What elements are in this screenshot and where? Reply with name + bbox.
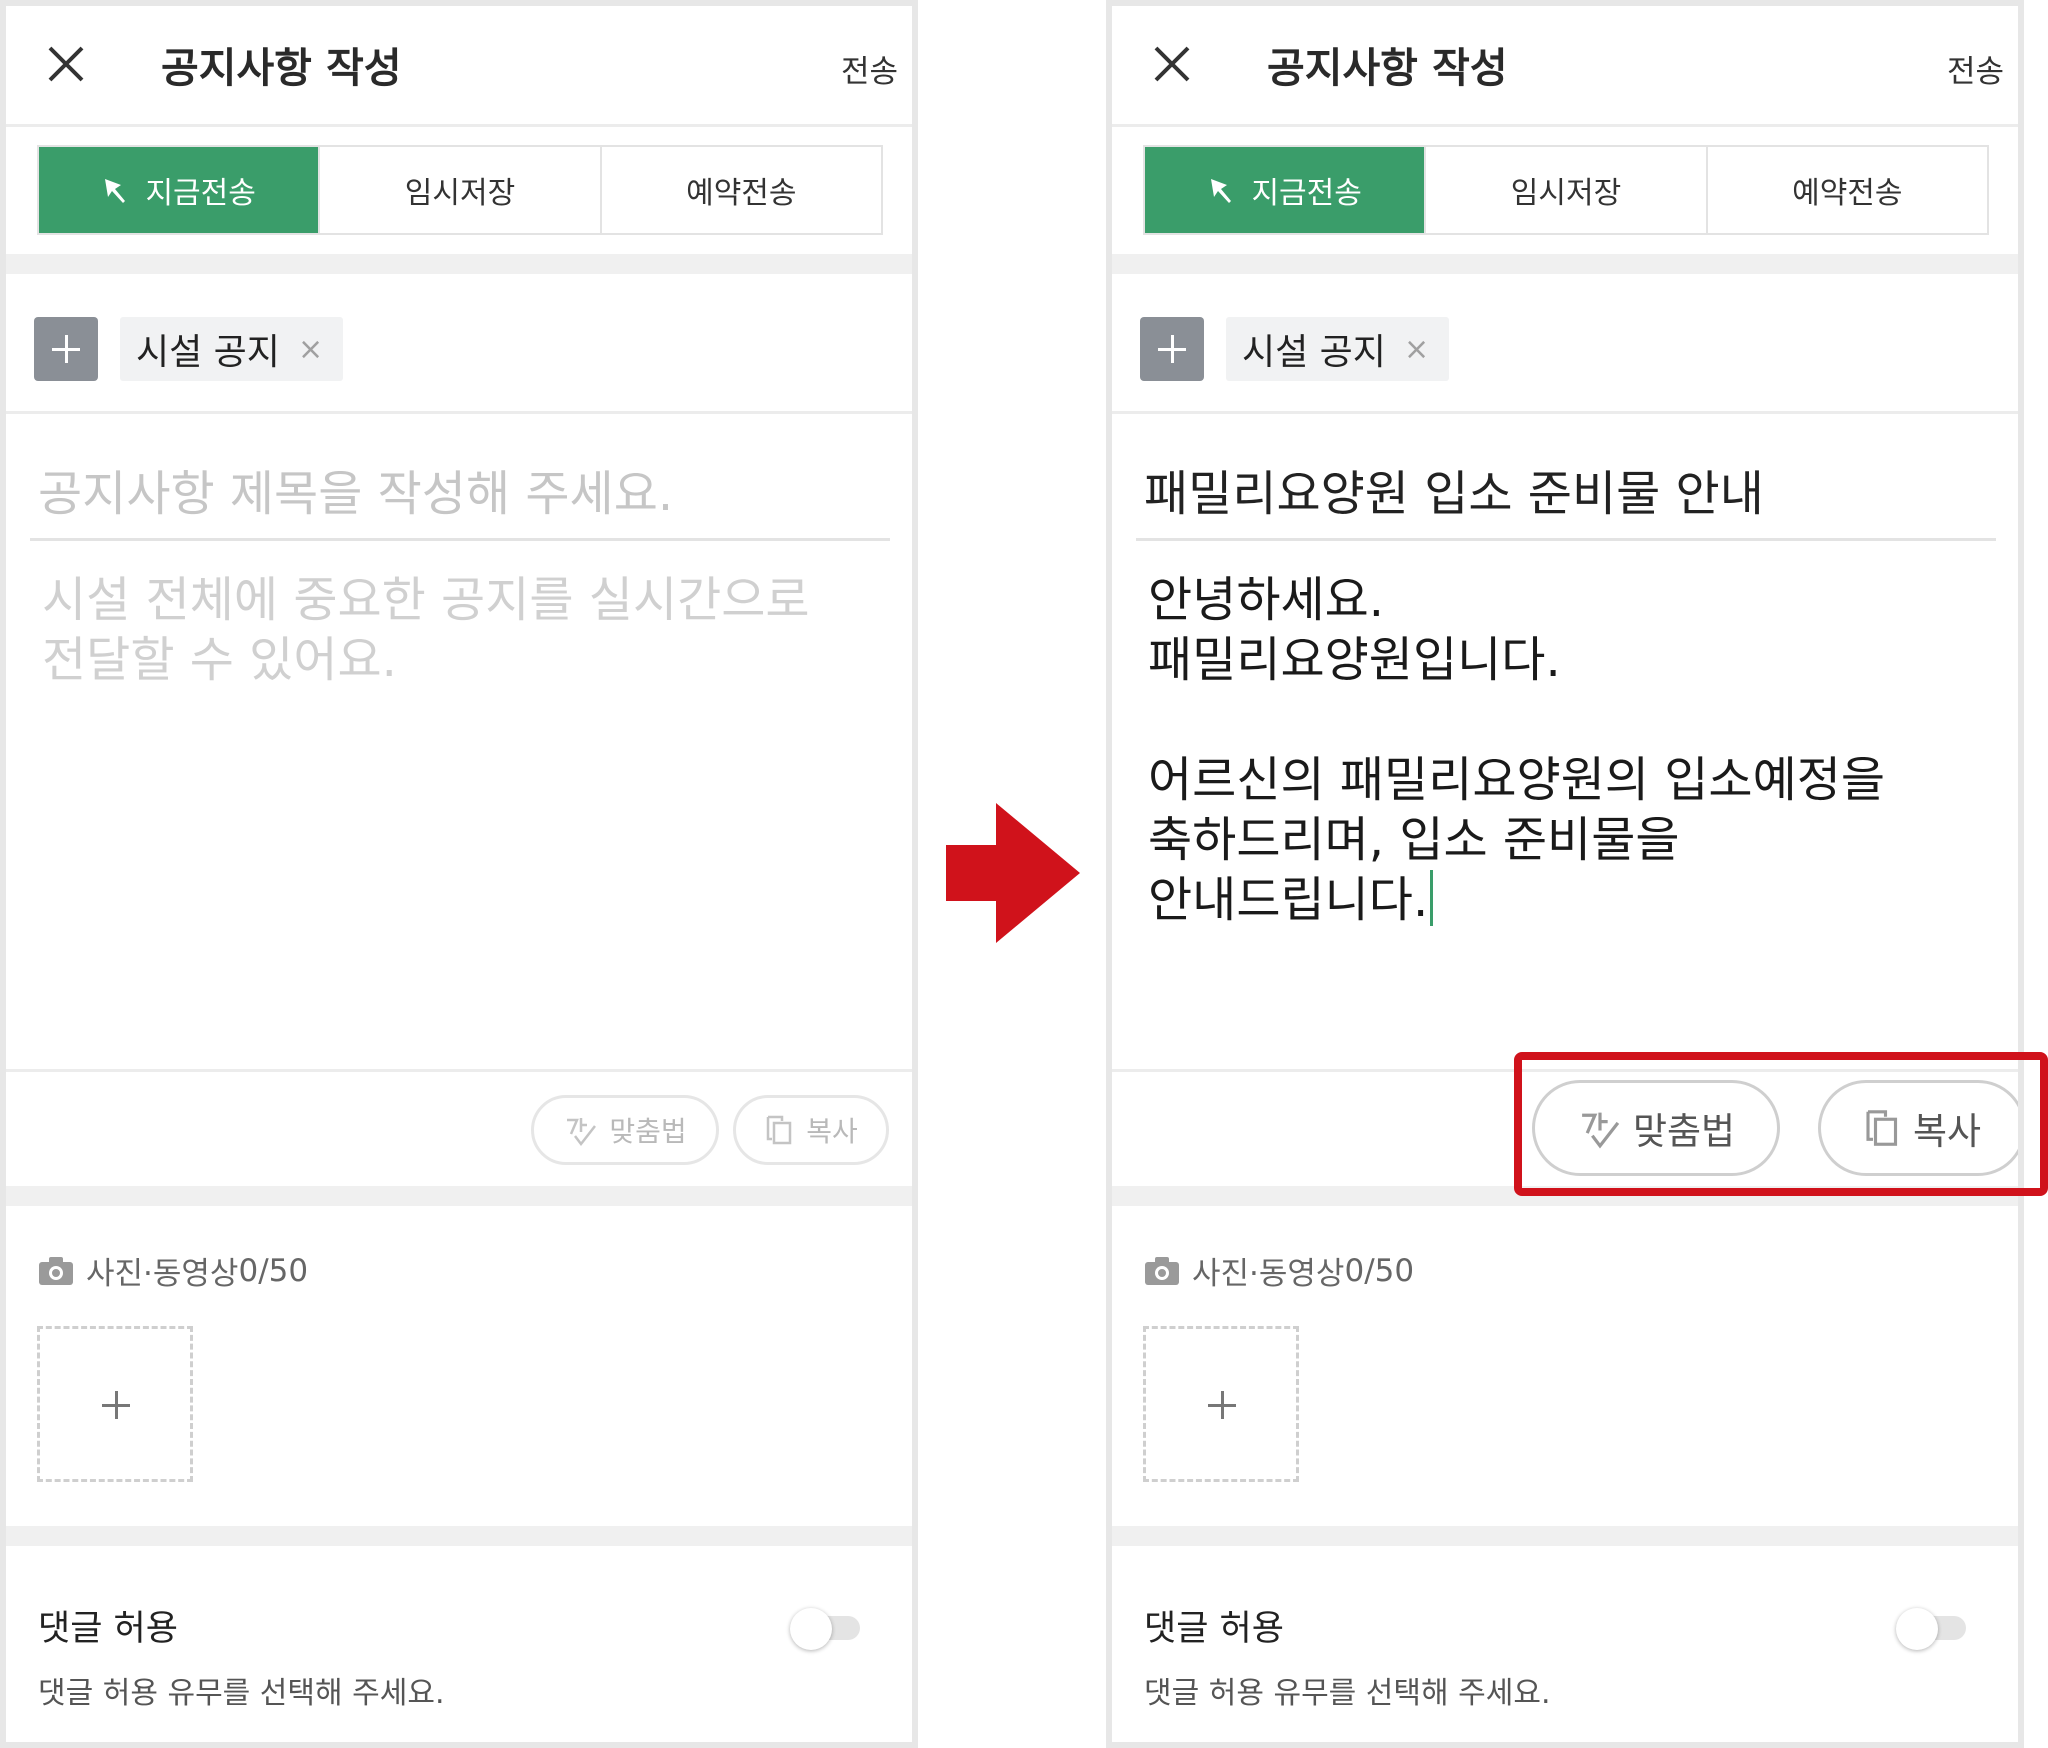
tools-highlight-box [1514, 1052, 2048, 1196]
add-media-button[interactable] [1143, 1326, 1299, 1482]
copy-button[interactable]: 복사 [733, 1095, 889, 1165]
page-title: 공지사항 작성 [161, 44, 402, 92]
save-draft-tab[interactable]: 임시저장 [318, 147, 599, 233]
body-textarea[interactable]: 시설 전체에 중요한 공지를 실시간으로 전달할 수 있어요. [42, 570, 810, 690]
divider [6, 411, 912, 414]
header: 공지사항 작성 전송 [6, 6, 912, 127]
tag-label: 시설 공지 [1242, 332, 1386, 373]
camera-icon [1145, 1256, 1179, 1285]
media-section-label: 사진·동영상 0/50 [1144, 1248, 1414, 1293]
category-tag: 시설 공지 × [120, 317, 344, 381]
send-button[interactable]: 전송 [841, 46, 898, 91]
divider [6, 1186, 912, 1206]
pin-icon [105, 179, 126, 203]
comment-allow-title: 댓글 허용 [1144, 1609, 1284, 1649]
add-tag-button[interactable] [34, 317, 98, 381]
screen-after: 공지사항 작성 전송 지금전송 임시저장 예약전송 시설 공지 × 패밀리요양원… [1106, 0, 2024, 1748]
arrow-right-icon [946, 803, 1080, 943]
divider [1112, 1526, 2018, 1546]
send-mode-segmented-control: 지금전송 임시저장 예약전송 [1143, 145, 1989, 235]
schedule-send-tab[interactable]: 예약전송 [1705, 147, 1987, 233]
divider [1112, 254, 2018, 274]
divider [1112, 411, 2018, 414]
media-count: 0/50 [238, 1252, 309, 1289]
send-now-label: 지금전송 [1251, 176, 1362, 211]
camera-icon [39, 1256, 73, 1285]
body-text-value: 안녕하세요. 패밀리요양원입니다. 어르신의 패밀리요양원의 입소예정을 축하드… [1148, 572, 1886, 928]
save-draft-tab[interactable]: 임시저장 [1424, 147, 1705, 233]
category-tag: 시설 공지 × [1226, 317, 1450, 381]
comment-toggle[interactable] [1896, 1608, 1966, 1650]
tag-label: 시설 공지 [136, 332, 280, 373]
spellcheck-button[interactable]: 맞춤법 [531, 1095, 719, 1165]
spellcheck-label: 맞춤법 [609, 1115, 687, 1148]
close-icon[interactable] [46, 44, 86, 84]
title-underline [30, 538, 890, 541]
send-now-label: 지금전송 [145, 176, 256, 211]
divider [6, 254, 912, 274]
comment-allow-description: 댓글 허용 유무를 선택해 주세요. [1144, 1676, 1551, 1711]
copy-icon [766, 1115, 792, 1145]
media-label-text: 사진·동영상 [86, 1256, 239, 1292]
screen-before: 공지사항 작성 전송 지금전송 임시저장 예약전송 시설 공지 × 공지사항 제… [0, 0, 918, 1748]
title-underline [1136, 538, 1996, 541]
comment-allow-description: 댓글 허용 유무를 선택해 주세요. [38, 1676, 445, 1711]
schedule-send-tab[interactable]: 예약전송 [599, 147, 881, 233]
media-label-text: 사진·동영상 [1192, 1256, 1345, 1292]
body-textarea[interactable]: 안녕하세요. 패밀리요양원입니다. 어르신의 패밀리요양원의 입소예정을 축하드… [1148, 570, 1885, 930]
spellcheck-icon [567, 1118, 597, 1147]
pin-icon [1211, 179, 1232, 203]
send-now-tab[interactable]: 지금전송 [1145, 147, 1425, 233]
title-input[interactable]: 패밀리요양원 입소 준비물 안내 [1144, 454, 1764, 524]
media-section-label: 사진·동영상 0/50 [38, 1248, 308, 1293]
divider [6, 1069, 912, 1072]
header: 공지사항 작성 전송 [1112, 6, 2018, 127]
comment-toggle[interactable] [790, 1608, 860, 1650]
divider [6, 1526, 912, 1546]
add-media-button[interactable] [37, 1326, 193, 1482]
title-input[interactable]: 공지사항 제목을 작성해 주세요. [38, 454, 673, 524]
media-count: 0/50 [1344, 1252, 1415, 1289]
send-now-tab[interactable]: 지금전송 [39, 147, 319, 233]
page-title: 공지사항 작성 [1267, 44, 1508, 92]
comment-allow-title: 댓글 허용 [38, 1609, 178, 1649]
copy-label: 복사 [806, 1115, 858, 1148]
tag-remove-icon[interactable]: × [1404, 332, 1429, 367]
send-button[interactable]: 전송 [1947, 46, 2004, 91]
tag-remove-icon[interactable]: × [298, 332, 323, 367]
send-mode-segmented-control: 지금전송 임시저장 예약전송 [37, 145, 883, 235]
close-icon[interactable] [1152, 44, 1192, 84]
text-caret [1430, 870, 1434, 926]
add-tag-button[interactable] [1140, 317, 1204, 381]
